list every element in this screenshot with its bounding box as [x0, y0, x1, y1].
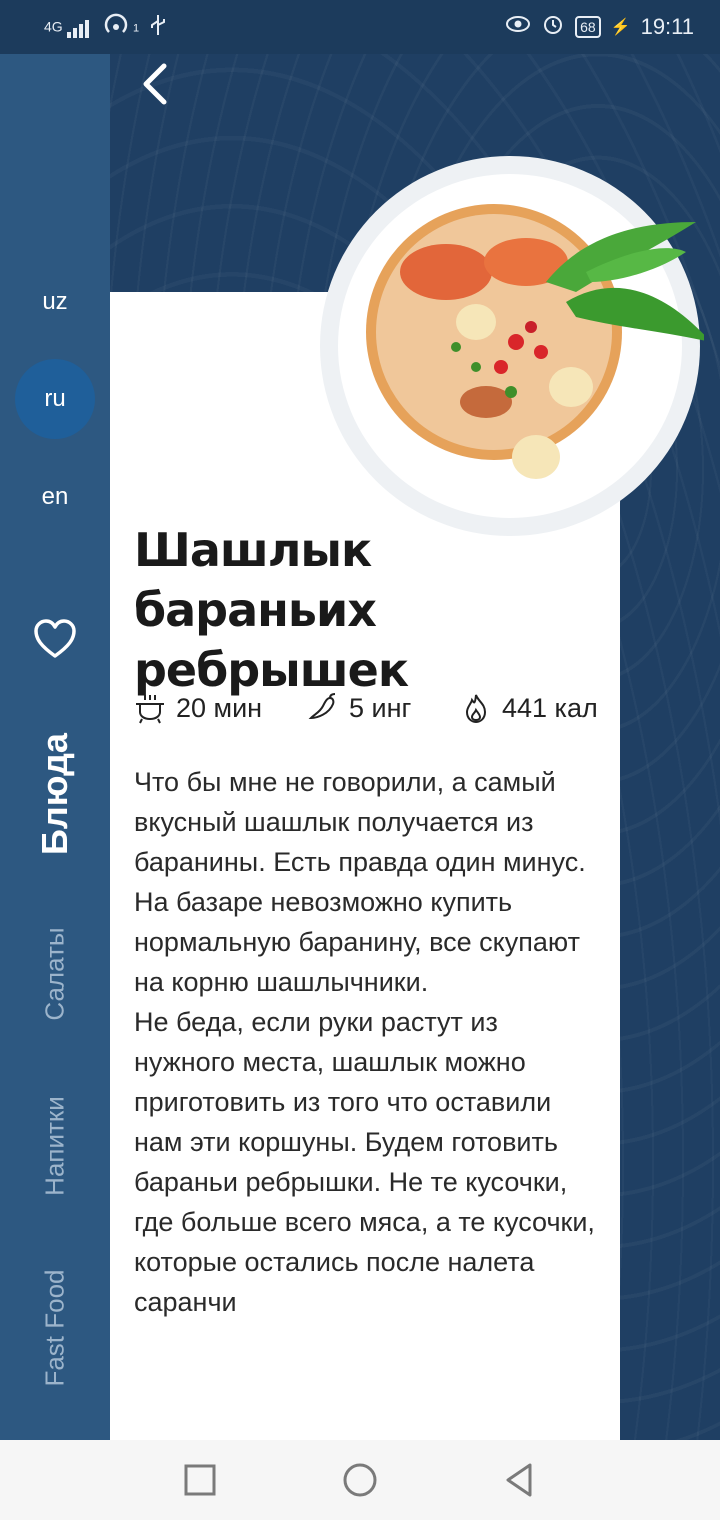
lang-uz-button[interactable]: uz [15, 262, 95, 342]
tab-drinks[interactable]: Напитки [40, 1096, 71, 1196]
calories-value: 441 кал [502, 692, 598, 723]
dish-image [320, 156, 704, 536]
hotspot-icon: 1 [103, 12, 139, 43]
charging-icon: ⚡ [610, 18, 631, 36]
back-triangle-icon[interactable] [500, 1460, 540, 1500]
lang-ru-button[interactable]: ru [15, 359, 95, 439]
lang-en-button[interactable]: en [15, 457, 95, 537]
battery-indicator: 68 [575, 15, 601, 38]
eye-icon [505, 14, 531, 39]
pepper-icon [308, 693, 336, 720]
time-value: 20 мин [176, 692, 263, 723]
alarm-icon [541, 12, 565, 41]
signal-icon: 4G [44, 18, 93, 38]
system-nav-bar [0, 1440, 720, 1520]
ingredients-value: 5 инг [349, 692, 412, 723]
clock: 19:11 [640, 13, 694, 39]
meta-ingredients: 5 инг [307, 688, 411, 728]
tab-fast-food[interactable]: Fast Food [40, 1269, 71, 1386]
usb-icon [149, 13, 167, 42]
recents-square-icon[interactable] [180, 1460, 220, 1500]
home-circle-icon[interactable] [340, 1460, 380, 1500]
pot-icon [136, 695, 164, 724]
flame-icon [465, 694, 487, 724]
meta-calories: 441 кал [460, 688, 598, 728]
recipe-title: Шашлык бараньих ребрышек [134, 523, 409, 697]
back-arrow-icon[interactable] [136, 62, 176, 106]
status-bar: 4G 1 68 ⚡ 19:11 [0, 0, 720, 54]
heart-icon[interactable] [33, 618, 77, 662]
tab-salads[interactable]: Салаты [40, 927, 71, 1020]
recipe-description: Что бы мне не говорили, а самый вкусный … [134, 767, 595, 1317]
tab-dishes[interactable]: Блюда [34, 733, 76, 855]
sidebar: uz ru en Блюда Салаты Напитки Fast Food [0, 54, 110, 1440]
meta-time: 20 мин [134, 688, 262, 728]
